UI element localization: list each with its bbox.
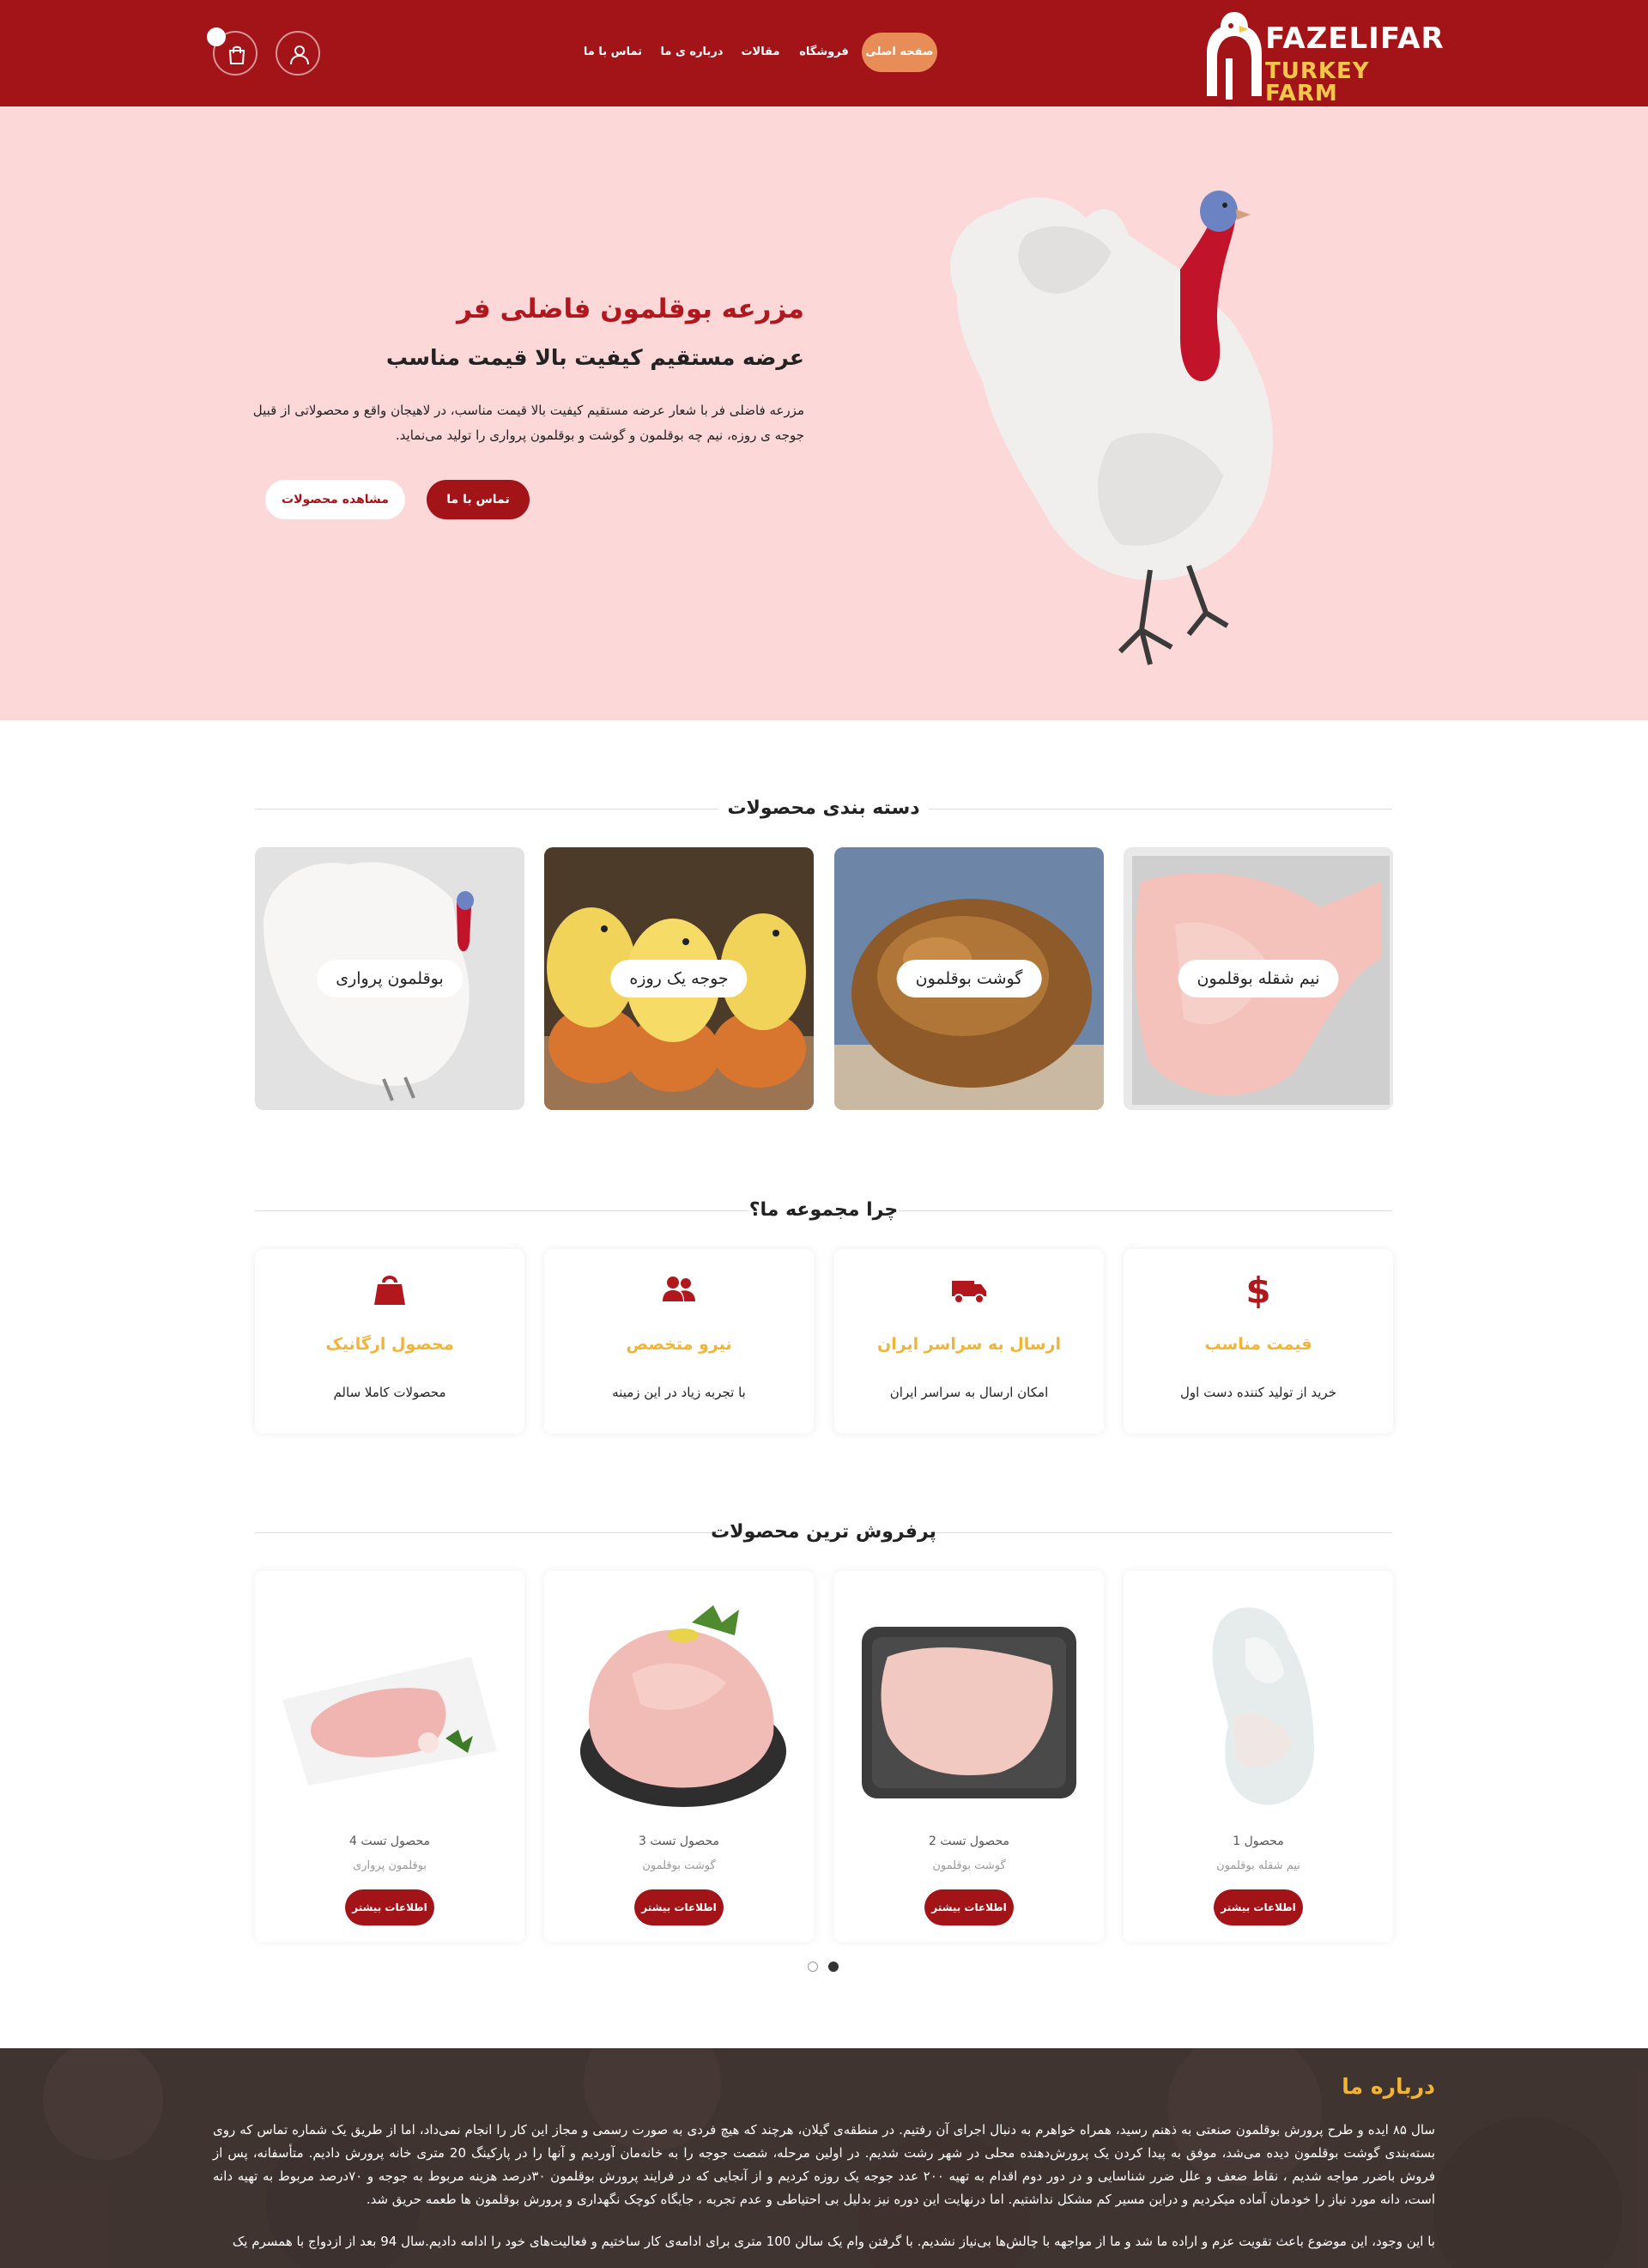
category-label: بوقلمون پرواری [317, 960, 463, 998]
bestsellers-section-title: پرفروش ترین محصولات [255, 1516, 1392, 1550]
bestsellers-title: پرفروش ترین محصولات [711, 1521, 936, 1543]
carousel-dot-1[interactable] [828, 1962, 839, 1972]
product-category: گوشت بوقلمون [932, 1859, 1006, 1872]
site-header: FAZELIFAR TURKEY FARM صفحه اصلی فروشگاه … [0, 0, 1648, 106]
dollar-icon: $ [1245, 1270, 1270, 1308]
users-icon [663, 1277, 695, 1301]
logo-line1: FAZELIFAR [1265, 21, 1445, 56]
feature-card-experts: نیرو متخصص با تجربه زیاد در این زمینه [544, 1249, 814, 1434]
nav-home[interactable]: صفحه اصلی [862, 33, 937, 72]
why-us-title: چرا مجموعه ما؟ [748, 1199, 899, 1221]
feature-title: قیمت مناسب [1204, 1335, 1312, 1354]
logo-line2: TURKEY FARM [1265, 58, 1370, 106]
category-label: جوجه یک روزه [610, 960, 748, 998]
contact-us-button[interactable]: تماس با ما [427, 480, 530, 519]
user-icon [290, 45, 309, 65]
feature-card-shipping: ارسال به سراسر ایران امکان ارسال به سراس… [834, 1249, 1104, 1434]
product-name: محصول تست 3 [638, 1834, 720, 1848]
feature-desc: محصولات کاملا سالم [333, 1385, 446, 1400]
product-card-2[interactable]: محصول تست 2 گوشت بوقلمون اطلاعات بیشتر [834, 1571, 1104, 1942]
hero-section: مزرعه بوقلمون فاضلی فر عرضه مستقیم کیفیت… [0, 106, 1648, 720]
bag-icon [374, 1276, 405, 1305]
nav-shop[interactable]: فروشگاه [794, 33, 854, 72]
svg-text:$: $ [1245, 1270, 1270, 1308]
turkey-logo-icon [1207, 12, 1262, 100]
user-account-button[interactable] [276, 31, 320, 76]
product-card-1[interactable]: محصول 1 نیم شقله بوقلمون اطلاعات بیشتر [1124, 1571, 1393, 1942]
category-card-day-old-chicks[interactable]: جوجه یک روزه [544, 847, 814, 1110]
product-name: محصول 1 [1233, 1834, 1284, 1848]
categories-section-title: دسته بندی محصولات [255, 792, 1392, 827]
category-card-half-turkey[interactable]: نیم شقله بوقلمون [1124, 847, 1393, 1110]
product-card-3[interactable]: محصول تست 3 گوشت بوقلمون اطلاعات بیشتر [544, 1571, 814, 1942]
hero-subtitle: عرضه مستقیم کیفیت بالا قیمت مناسب [385, 345, 804, 370]
product-image [282, 1657, 497, 1786]
category-label: گوشت بوقلمون [896, 960, 1042, 998]
product-card-4[interactable]: محصول تست 4 بوقلمون پرواری اطلاعات بیشتر [255, 1571, 524, 1942]
why-us-section-title: چرا مجموعه ما؟ [255, 1194, 1392, 1228]
product-image [1212, 1607, 1314, 1805]
about-title: درباره ما [1342, 2074, 1435, 2099]
feature-card-price: $ قیمت مناسب خرید از تولید کننده دست اول [1124, 1249, 1393, 1434]
product-category: گوشت بوقلمون [642, 1859, 716, 1872]
feature-title: محصول ارگانیک [325, 1335, 454, 1354]
feature-title: ارسال به سراسر ایران [877, 1335, 1061, 1354]
turkey-hero-image [950, 191, 1273, 665]
hero-title: مزرعه بوقلمون فاضلی فر [457, 294, 804, 324]
nav-about[interactable]: درباره ی ما [657, 33, 726, 72]
carousel-dot-2[interactable] [808, 1962, 818, 1972]
product-image [580, 1605, 786, 1807]
nav-contact[interactable]: تماس با ما [579, 33, 647, 72]
more-info-button[interactable]: اطلاعات بیشتر [345, 1889, 434, 1925]
fazelifar-logo[interactable]: FAZELIFAR TURKEY FARM [1200, 7, 1444, 105]
more-info-button[interactable]: اطلاعات بیشتر [1214, 1889, 1303, 1925]
product-name: محصول تست 4 [348, 1834, 431, 1848]
more-info-button[interactable]: اطلاعات بیشتر [634, 1889, 724, 1925]
category-card-fattening-turkey[interactable]: بوقلمون پرواری [255, 847, 524, 1110]
feature-desc: خرید از تولید کننده دست اول [1180, 1385, 1336, 1400]
truck-icon [952, 1281, 986, 1304]
about-paragraph-1: سال ۸۵ ایده و طرح پرورش بوقلمون صنعتی به… [213, 2122, 1435, 2207]
categories-title: دسته بندی محصولات [727, 797, 920, 819]
category-card-turkey-meat[interactable]: گوشت بوقلمون [834, 847, 1104, 1110]
feature-title: نیرو متخصص [626, 1335, 732, 1354]
about-section: درباره ما سال ۸۵ ایده و طرح پرورش بوقلمو… [0, 2048, 1648, 2268]
cart-count-badge [207, 27, 226, 46]
cart-icon [228, 45, 245, 64]
feature-card-organic: محصول ارگانیک محصولات کاملا سالم [255, 1249, 524, 1434]
category-label: نیم شقله بوقلمون [1178, 960, 1339, 998]
feature-desc: با تجربه زیاد در این زمینه [612, 1385, 746, 1400]
view-products-button[interactable]: مشاهده محصولات [265, 480, 405, 519]
product-image [862, 1627, 1076, 1798]
feature-desc: امکان ارسال به سراسر ایران [889, 1385, 1049, 1400]
more-info-button[interactable]: اطلاعات بیشتر [924, 1889, 1014, 1925]
product-category: نیم شقله بوقلمون [1216, 1859, 1300, 1872]
nav-articles[interactable]: مقالات [736, 33, 785, 72]
hero-description: مزرعه فاضلی فر با شعار عرضه مستقیم کیفیت… [252, 403, 804, 443]
product-category: بوقلمون پرواری [353, 1859, 427, 1872]
product-name: محصول تست 2 [928, 1834, 1010, 1848]
about-paragraph-2: با این وجود، این موضوع باعث تقویت عزم و … [232, 2234, 1435, 2249]
